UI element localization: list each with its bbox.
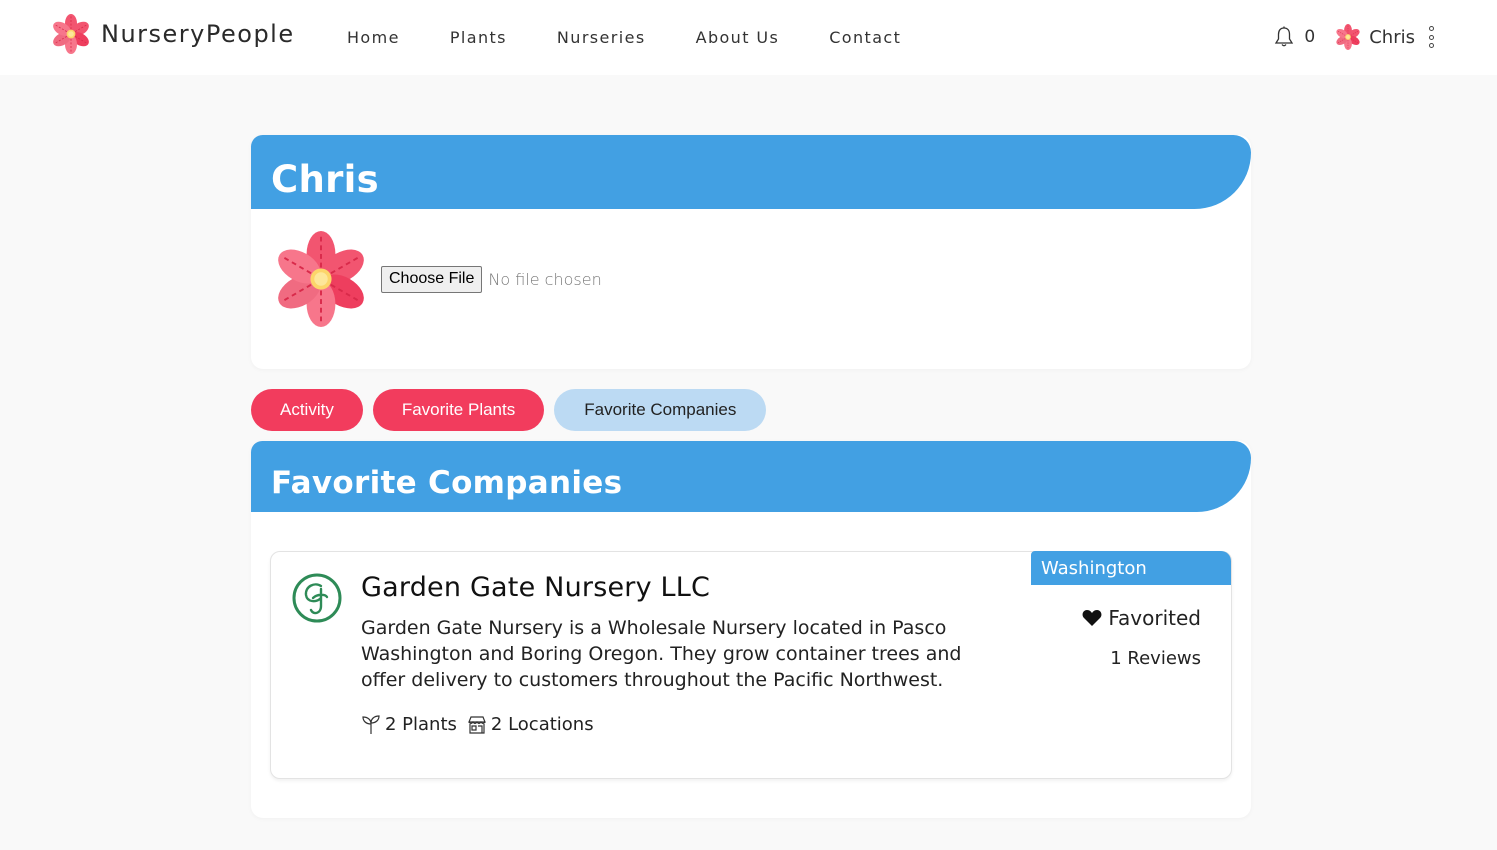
tab-activity[interactable]: Activity [251,389,363,431]
favorited-toggle[interactable]: Favorited [1082,606,1201,630]
nav-plants[interactable]: Plants [450,28,507,47]
more-menu-icon[interactable] [1429,26,1435,48]
nav-contact[interactable]: Contact [829,28,901,47]
user-area: 0 Chris [1274,24,1435,50]
flower-logo-icon [51,14,91,54]
nav-about-us[interactable]: About Us [696,28,780,47]
sprout-icon [362,714,380,734]
top-navbar: NurseryPeople Home Plants Nurseries Abou… [0,0,1497,75]
company-description: Garden Gate Nursery is a Wholesale Nurse… [361,617,962,691]
favorites-title: Favorite Companies [271,465,623,501]
user-name[interactable]: Chris [1369,27,1415,48]
file-status: No file chosen [488,269,602,289]
main-nav: Home Plants Nurseries About Us Contact [347,28,951,47]
choose-file-button[interactable]: Choose File [381,265,483,293]
favorite-companies-card: Favorite Companies Garden Gate Nursery L… [251,441,1251,818]
avatar-upload-row: Choose File No file chosen [273,227,602,331]
company-name[interactable]: Garden Gate Nursery LLC [361,572,710,603]
bell-icon[interactable] [1274,26,1294,48]
storefront-icon [468,715,486,734]
company-logo-icon [292,573,342,623]
favorited-label: Favorited [1108,606,1201,630]
tab-favorite-plants[interactable]: Favorite Plants [372,389,545,431]
company-meta: 2 Plants 2 Locations [361,714,594,735]
locations-count: 2 Locations [490,714,594,735]
region-badge: Washington [1031,551,1231,585]
notification-count: 0 [1304,27,1316,47]
brand-name: NurseryPeople [101,20,295,48]
user-avatar-icon[interactable] [1335,24,1362,50]
nav-home[interactable]: Home [347,28,400,47]
profile-card: Chris Choose File No file chosen [251,135,1251,369]
profile-name: Chris [271,158,379,201]
nav-nurseries[interactable]: Nurseries [557,28,646,47]
brand[interactable]: NurseryPeople [51,14,295,54]
plants-count: 2 Plants [385,714,457,735]
company-card[interactable]: Garden Gate Nursery LLC Garden Gate Nurs… [270,551,1232,779]
profile-tabs: Activity Favorite Plants Favorite Compan… [251,389,776,431]
reviews-count[interactable]: 1 Reviews [1110,648,1201,669]
heart-icon [1082,610,1102,626]
favorites-banner: Favorite Companies [251,441,1251,512]
profile-avatar-flower-icon [273,230,369,328]
profile-banner: Chris [251,135,1251,209]
tab-favorite-companies[interactable]: Favorite Companies [554,389,767,431]
